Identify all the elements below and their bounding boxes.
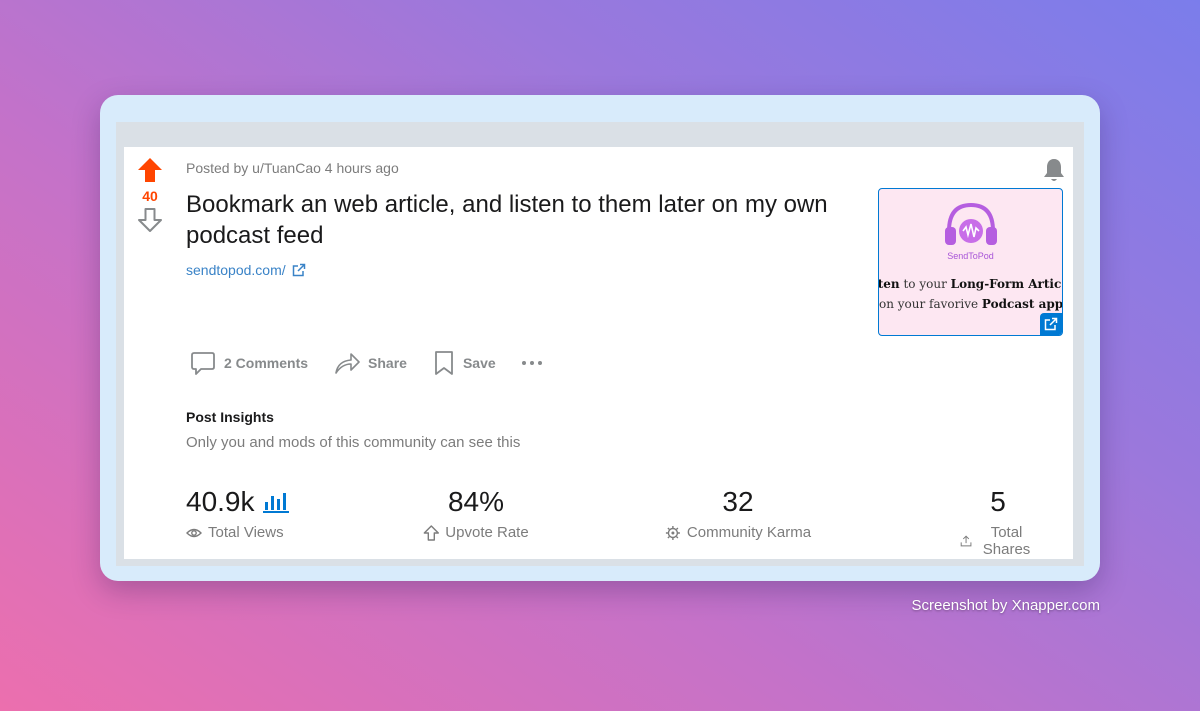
thumbnail-tagline-2: on your favorive Podcast app: [879, 297, 1063, 311]
stat-total-views-label: Total Views: [208, 524, 284, 541]
vote-column: 40: [124, 157, 176, 233]
share-button[interactable]: Share: [334, 350, 407, 376]
stat-community-karma: 32 Community Karma: [665, 485, 811, 541]
bar-chart-icon[interactable]: [262, 491, 289, 513]
bell-icon[interactable]: [1041, 157, 1067, 188]
post-meta: Posted by u/TuanCao 4 hours ago: [186, 160, 399, 176]
post-actions: 2 Comments Share Save: [190, 350, 542, 376]
stat-upvote-rate: 84% Upvote Rate: [423, 485, 529, 541]
post-link-text[interactable]: sendtopod.com/: [186, 262, 286, 278]
stat-community-karma-label: Community Karma: [686, 524, 812, 541]
comments-label[interactable]: 2 Comments: [224, 355, 308, 371]
insights-subtitle: Only you and mods of this community can …: [186, 434, 521, 451]
comment-icon: [191, 352, 215, 375]
karma-icon: [665, 525, 680, 540]
page-background: 40 Posted by u/TuanCao 4 hours ago Bookm…: [116, 122, 1084, 566]
eye-icon: [186, 528, 202, 537]
stat-upvote-rate-value: 84%: [447, 486, 505, 517]
stat-total-shares-label: Total Shares: [982, 524, 1031, 558]
post-link[interactable]: sendtopod.com/: [186, 262, 306, 278]
thumbnail-external-link-icon[interactable]: [1040, 313, 1062, 335]
stat-total-shares-value: 5: [990, 486, 1006, 517]
stat-upvote-rate-label: Upvote Rate: [445, 524, 529, 541]
insights-title: Post Insights: [186, 409, 274, 425]
vote-score: 40: [142, 188, 158, 204]
watermark: Screenshot by Xnapper.com: [911, 597, 1100, 614]
comments-button[interactable]: 2 Comments: [190, 350, 308, 376]
upvote-outline-icon: [423, 524, 440, 541]
thumbnail-brand: SendToPod: [947, 251, 994, 261]
upvote-icon[interactable]: [137, 157, 163, 183]
upload-share-icon: [960, 535, 972, 547]
save-label[interactable]: Save: [463, 355, 496, 371]
save-button[interactable]: Save: [433, 350, 496, 376]
post-title[interactable]: Bookmark an web article, and listen to t…: [186, 189, 866, 251]
share-icon: [335, 353, 360, 374]
headphones-logo-icon: [945, 202, 997, 245]
stat-total-views: 40.9k Total Views: [186, 485, 289, 541]
more-options-icon[interactable]: [521, 361, 542, 365]
thumbnail-tagline-1: sten to your Long-Form Artic: [878, 277, 1062, 291]
share-label[interactable]: Share: [368, 355, 407, 371]
downvote-icon[interactable]: [137, 207, 163, 233]
stat-total-views-value: 40.9k: [186, 486, 255, 517]
screenshot-frame: 40 Posted by u/TuanCao 4 hours ago Bookm…: [100, 95, 1100, 581]
bookmark-icon: [435, 351, 453, 375]
post-card: 40 Posted by u/TuanCao 4 hours ago Bookm…: [124, 147, 1073, 559]
stat-community-karma-value: 32: [722, 486, 754, 517]
stat-total-shares: 5 Total Shares: [960, 485, 1036, 558]
post-thumbnail[interactable]: SendToPod sten to your Long-Form Artic o…: [878, 188, 1063, 336]
external-link-icon: [292, 263, 305, 277]
